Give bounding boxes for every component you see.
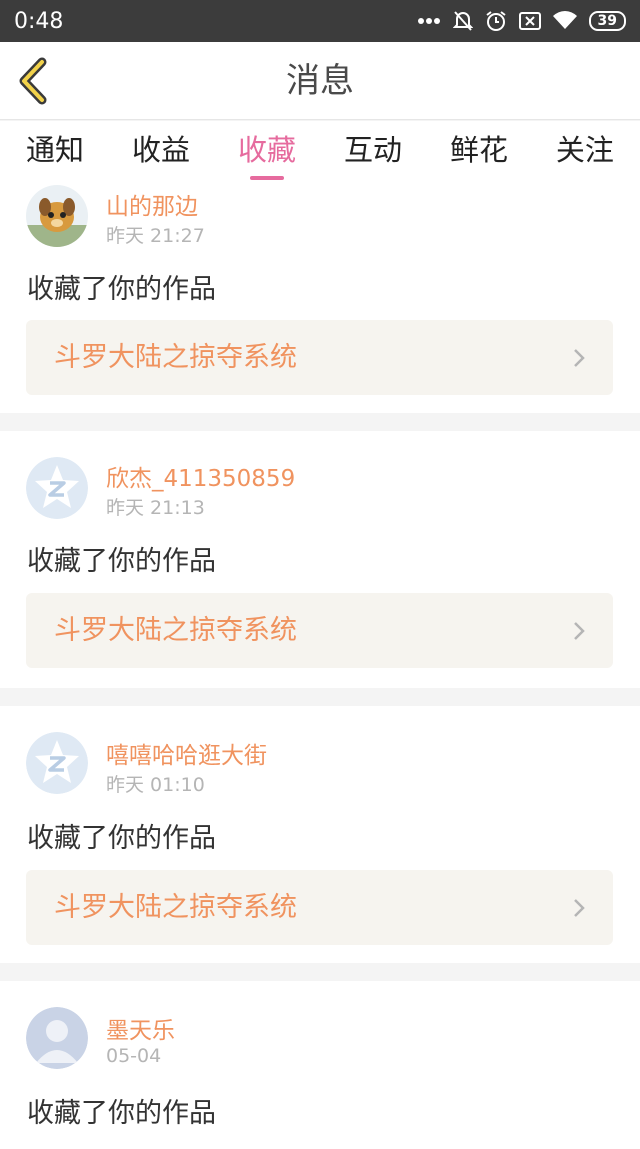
status-icons: 39: [417, 10, 626, 32]
timestamp: 昨天 21:27: [106, 225, 205, 247]
action-text: 收藏了你的作品: [27, 1098, 216, 1129]
wifi-icon: [552, 11, 577, 31]
tab-earnings[interactable]: 收益: [132, 121, 190, 183]
work-link[interactable]: 斗罗大陆之掠夺系统: [26, 320, 613, 395]
tab-notice[interactable]: 通知: [26, 121, 84, 183]
work-title: 斗罗大陆之掠夺系统: [54, 615, 297, 646]
tab-flowers[interactable]: 鲜花: [450, 121, 508, 183]
app-header: 消息: [0, 42, 640, 120]
action-text: 收藏了你的作品: [27, 274, 216, 305]
chevron-right-icon: [574, 899, 585, 917]
more-dots-icon: [417, 17, 441, 25]
username[interactable]: 墨天乐: [106, 1011, 175, 1045]
username[interactable]: 山的那边: [106, 187, 198, 221]
chevron-right-icon: [574, 349, 585, 367]
status-time: 0:48: [14, 8, 64, 34]
work-link[interactable]: 斗罗大陆之掠夺系统: [26, 593, 613, 668]
battery-indicator: 39: [588, 11, 626, 31]
message-list: 山的那边 昨天 21:27 收藏了你的作品 斗罗大陆之掠夺系统 欣杰_41135…: [0, 183, 640, 1149]
default-person-avatar-icon: [26, 1007, 88, 1069]
no-sim-icon: [518, 11, 541, 31]
avatar[interactable]: [26, 457, 88, 519]
action-text: 收藏了你的作品: [27, 546, 216, 577]
tab-interaction[interactable]: 互动: [344, 121, 402, 183]
mute-bell-icon: [452, 10, 473, 32]
timestamp: 05-04: [106, 1045, 162, 1067]
cartoon-avatar-icon: [26, 185, 88, 247]
list-item: 嘻嘻哈哈逛大街 昨天 01:10 收藏了你的作品 斗罗大陆之掠夺系统: [0, 706, 640, 963]
work-title: 斗罗大陆之掠夺系统: [54, 892, 297, 923]
list-item: 欣杰_411350859 昨天 21:13 收藏了你的作品 斗罗大陆之掠夺系统: [0, 431, 640, 688]
action-text: 收藏了你的作品: [27, 823, 216, 854]
chevron-right-icon: [574, 622, 585, 640]
list-item: 墨天乐 05-04 收藏了你的作品: [0, 981, 640, 1149]
username[interactable]: 嘻嘻哈哈逛大街: [106, 736, 267, 770]
default-star-avatar-icon: [26, 732, 88, 794]
back-button[interactable]: [14, 56, 54, 106]
status-bar: 0:48 39: [0, 0, 640, 42]
alarm-icon: [485, 10, 507, 32]
work-link[interactable]: 斗罗大陆之掠夺系统: [26, 870, 613, 945]
avatar[interactable]: [26, 185, 88, 247]
page-title: 消息: [286, 61, 354, 101]
list-item: 山的那边 昨天 21:27 收藏了你的作品 斗罗大陆之掠夺系统: [0, 183, 640, 413]
avatar[interactable]: [26, 1007, 88, 1069]
tab-follow[interactable]: 关注: [556, 121, 614, 183]
username[interactable]: 欣杰_411350859: [106, 459, 295, 493]
work-title: 斗罗大陆之掠夺系统: [54, 342, 297, 373]
timestamp: 昨天 21:13: [106, 497, 205, 519]
tab-bar: 通知 收益 收藏 互动 鲜花 关注: [0, 121, 640, 183]
tab-favorites[interactable]: 收藏: [238, 121, 296, 183]
default-star-avatar-icon: [26, 457, 88, 519]
timestamp: 昨天 01:10: [106, 774, 205, 796]
avatar[interactable]: [26, 732, 88, 794]
back-arrow-icon: [19, 57, 47, 105]
